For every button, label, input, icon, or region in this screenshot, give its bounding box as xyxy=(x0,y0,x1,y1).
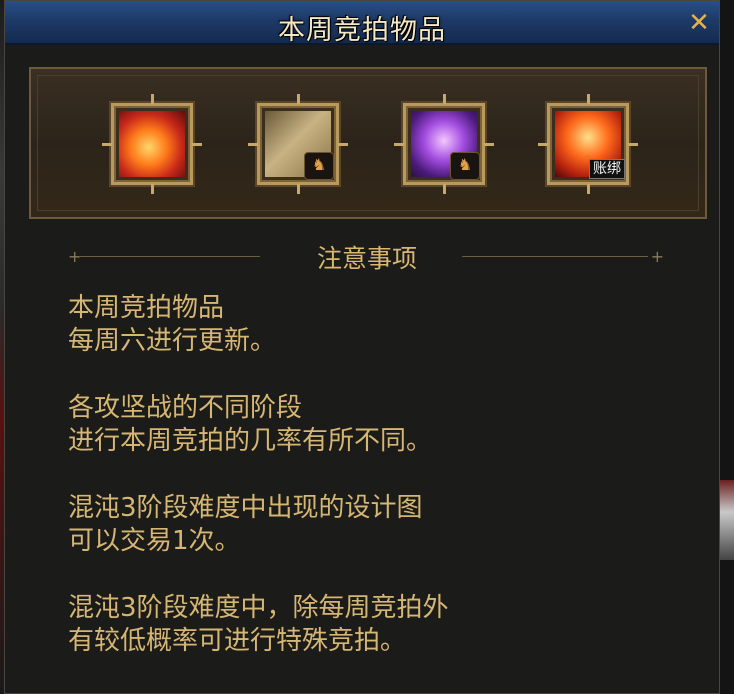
close-button[interactable]: ✕ xyxy=(685,9,713,37)
guild-emblem-icon: ♞ xyxy=(304,152,334,180)
notice-paragraph: 各攻坚战的不同阶段 进行本周竞拍的几率有所不同。 xyxy=(68,393,433,456)
flame-orb-icon xyxy=(119,111,185,177)
window-title: 本周竞拍物品 xyxy=(278,15,446,46)
background-scene-right xyxy=(718,480,734,560)
item-slot-4[interactable]: 账绑 xyxy=(538,94,638,194)
guild-emblem-icon: ♞ xyxy=(450,152,480,180)
window-titlebar[interactable]: 本周竞拍物品 ✕ xyxy=(5,1,719,46)
account-bound-tag: 账绑 xyxy=(589,159,625,179)
notice-paragraph: 本周竞拍物品 每周六进行更新。 xyxy=(68,293,277,356)
item-slot-2[interactable]: ♞ xyxy=(248,94,348,194)
notice-paragraph: 混沌3阶段难度中出现的设计图 可以交易1次。 xyxy=(68,493,423,556)
notice-heading: 注意事项 xyxy=(316,244,417,273)
close-icon: ✕ xyxy=(688,8,710,38)
notice-text: 本周竞拍物品 每周六进行更新。 各攻坚战的不同阶段 进行本周竞拍的几率有所不同。… xyxy=(68,292,688,692)
notice-paragraph: 混沌3阶段难度中，除每周竞拍外 有较低概率可进行特殊竞拍。 xyxy=(68,593,449,656)
item-slot-1[interactable] xyxy=(102,94,202,194)
item-showcase: ♞ ♞ 账绑 xyxy=(29,67,707,219)
item-slot-3[interactable]: ♞ xyxy=(394,94,494,194)
